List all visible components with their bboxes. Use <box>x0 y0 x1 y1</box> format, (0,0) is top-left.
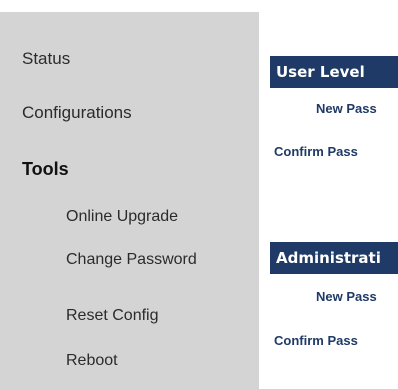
user-new-password-label: New Pass <box>316 101 377 116</box>
user-level-header: User Level <box>270 56 398 88</box>
sidebar: Status Configurations Tools Online Upgra… <box>0 12 259 389</box>
nav-change-password[interactable]: Change Password <box>66 251 197 269</box>
nav-configurations[interactable]: Configurations <box>22 103 132 123</box>
admin-new-password-label: New Pass <box>316 289 377 304</box>
nav-online-upgrade[interactable]: Online Upgrade <box>66 208 178 226</box>
user-confirm-password-label: Confirm Pass <box>274 144 358 159</box>
nav-tools[interactable]: Tools <box>22 159 69 180</box>
nav-status[interactable]: Status <box>22 49 70 69</box>
admin-confirm-password-label: Confirm Pass <box>274 333 358 348</box>
nav-reset-config[interactable]: Reset Config <box>66 307 159 325</box>
administration-level-header: Administrati <box>270 242 398 274</box>
nav-reboot[interactable]: Reboot <box>66 352 118 370</box>
